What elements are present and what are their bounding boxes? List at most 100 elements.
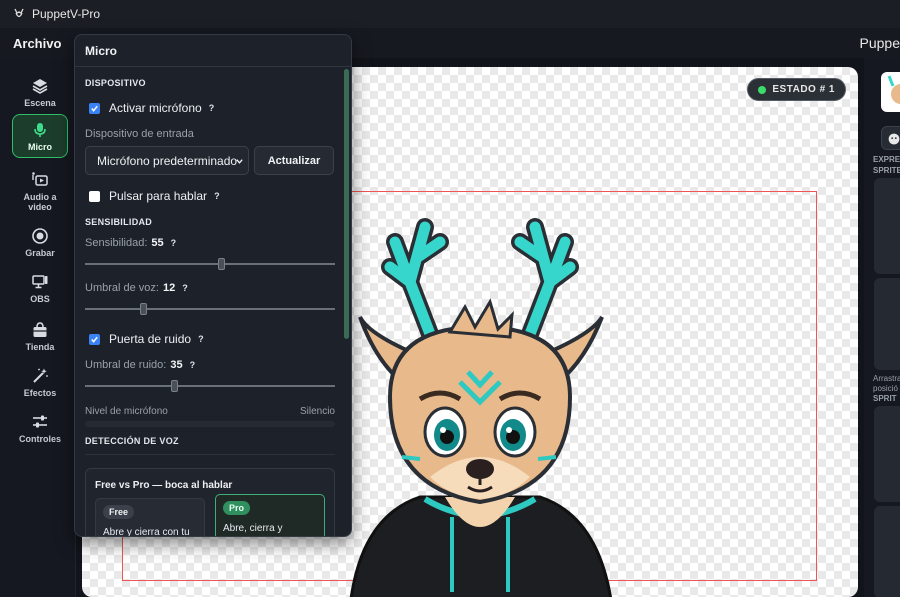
sidebar-item-obs[interactable]: OBS <box>12 266 68 310</box>
enable-mic-row[interactable]: Activar micrófono ? <box>89 101 214 115</box>
deer-avatar-image <box>349 218 612 597</box>
sidebar-item-label: Micro <box>27 141 52 152</box>
label-sprites-2: SPRIT <box>873 394 897 403</box>
push-to-talk-label: Pulsar para hablar <box>109 189 208 203</box>
menu-archivo[interactable]: Archivo <box>0 36 74 51</box>
title-bar: PuppetV-Pro <box>0 0 900 28</box>
sensitivity-value: 55 <box>151 237 164 249</box>
voice-threshold-slider[interactable] <box>85 303 335 315</box>
checkmark-icon <box>91 336 98 343</box>
sprite-tile[interactable] <box>874 406 900 502</box>
sidebar-item-label: Efectos <box>23 387 57 398</box>
compare-title: Free vs Pro — boca al hablar <box>95 480 233 491</box>
sidebar-item-label: Escena <box>24 97 56 108</box>
face-icon <box>888 133 900 145</box>
state-badge[interactable]: ESTADO # 1 <box>747 78 846 101</box>
section-deteccion-voz: DETECCIÓN DE VOZ <box>85 436 179 446</box>
noise-gate-checkbox[interactable] <box>89 333 100 345</box>
noise-threshold-slider[interactable] <box>85 380 335 392</box>
panel-title: Micro <box>75 35 351 67</box>
sidebar-item-label: Tienda <box>25 341 55 352</box>
sensitivity-label: Sensibilidad: 55 ? <box>85 237 176 249</box>
mic-level-row: Nivel de micrófono Silencio <box>85 406 335 417</box>
pro-card[interactable]: Pro Abre, cierra y <box>215 494 325 536</box>
free-card[interactable]: Free Abre y cierra con tu <box>95 498 205 537</box>
noise-threshold-label-text: Umbral de ruido: <box>85 359 167 371</box>
drag-hint-line-1: Arrastra <box>873 374 900 383</box>
sidebar-item-audio-video[interactable]: Audio a video <box>12 166 68 216</box>
sprite-tile[interactable] <box>874 506 900 597</box>
help-icon[interactable]: ? <box>198 334 204 344</box>
push-to-talk-row[interactable]: Pulsar para hablar ? <box>89 189 220 203</box>
sensitivity-label-text: Sensibilidad: <box>85 237 148 249</box>
sensitivity-slider[interactable] <box>85 258 335 270</box>
magic-wand-icon <box>33 368 48 383</box>
noise-threshold-label: Umbral de ruido: 35 ? <box>85 359 195 371</box>
voice-threshold-label-text: Umbral de voz: <box>85 282 159 294</box>
pro-badge: Pro <box>223 501 251 515</box>
sidebar-item-controles[interactable]: Controles <box>12 406 68 450</box>
help-icon[interactable]: ? <box>171 238 177 248</box>
sprite-tile[interactable] <box>874 178 900 274</box>
micro-settings-panel: Micro DISPOSITIVO Activar micrófono ? Di… <box>74 34 352 537</box>
expression-button[interactable] <box>881 126 900 150</box>
voice-threshold-label: Umbral de voz: 12 ? <box>85 282 188 294</box>
mic-level-status: Silencio <box>299 406 335 417</box>
help-icon[interactable]: ? <box>214 191 220 201</box>
sprite-tile[interactable] <box>874 278 900 370</box>
refresh-button[interactable]: Actualizar <box>254 146 334 175</box>
free-badge: Free <box>103 505 135 519</box>
section-divider <box>85 454 335 455</box>
sidebar-item-label: OBS <box>30 293 50 304</box>
drag-hint-line-2: posició <box>873 384 898 393</box>
slider-thumb[interactable] <box>218 258 225 270</box>
microphone-icon <box>34 122 46 137</box>
panel-scrollbar[interactable] <box>344 69 349 339</box>
sidebar-item-label: Audio a video <box>23 191 57 212</box>
section-dispositivo: DISPOSITIVO <box>85 78 146 88</box>
noise-gate-row[interactable]: Puerta de ruido ? <box>89 332 204 346</box>
input-device-label: Dispositivo de entrada <box>85 128 194 140</box>
sidebar-item-micro[interactable]: Micro <box>12 114 68 158</box>
sidebar-item-tienda[interactable]: Tienda <box>12 314 68 358</box>
label-sprites: SPRITE <box>873 166 900 175</box>
help-icon[interactable]: ? <box>209 103 215 113</box>
app-logo-icon <box>14 8 24 18</box>
free-text: Abre y cierra con tu <box>103 527 190 537</box>
sliders-icon <box>33 415 47 427</box>
input-device-select[interactable]: Micrófono predeterminado <box>85 146 249 175</box>
enable-mic-label: Activar micrófono <box>109 101 202 115</box>
audio-video-icon <box>32 171 48 186</box>
monitor-icon <box>32 274 48 288</box>
sidebar: Escena Micro Audio a video Grabar OBS Ti… <box>0 58 76 597</box>
chevron-down-icon <box>236 159 243 164</box>
noise-threshold-value: 35 <box>170 359 183 371</box>
input-device-value: Micrófono predeterminado <box>97 153 238 168</box>
noise-gate-label: Puerta de ruido <box>109 332 192 346</box>
mic-level-meter <box>85 421 335 427</box>
sidebar-item-label: Controles <box>18 433 61 444</box>
section-sensibilidad: SENSIBILIDAD <box>85 217 153 227</box>
help-icon[interactable]: ? <box>182 283 188 293</box>
enable-mic-checkbox[interactable] <box>89 102 100 114</box>
free-vs-pro-box: Free vs Pro — boca al hablar Free Abre y… <box>85 468 335 537</box>
layers-icon <box>32 78 48 94</box>
shop-icon <box>33 321 47 337</box>
state-badge-label: ESTADO # 1 <box>772 84 835 95</box>
menu-right-title: Puppe <box>859 35 900 51</box>
slider-thumb[interactable] <box>171 380 178 392</box>
sidebar-item-efectos[interactable]: Efectos <box>12 360 68 404</box>
app-title: PuppetV-Pro <box>32 7 101 21</box>
sidebar-item-escena[interactable]: Escena <box>12 70 68 114</box>
pro-text: Abre, cierra y <box>223 523 283 534</box>
label-expressions: EXPRE <box>873 155 900 164</box>
record-icon <box>32 227 48 244</box>
help-icon[interactable]: ? <box>190 360 196 370</box>
slider-thumb[interactable] <box>140 303 147 315</box>
avatar-thumbnail[interactable] <box>881 72 900 112</box>
status-dot-icon <box>758 85 767 94</box>
mic-level-label: Nivel de micrófono <box>85 406 168 417</box>
push-to-talk-checkbox[interactable] <box>89 190 100 202</box>
voice-threshold-value: 12 <box>162 282 176 294</box>
sidebar-item-grabar[interactable]: Grabar <box>12 220 68 264</box>
